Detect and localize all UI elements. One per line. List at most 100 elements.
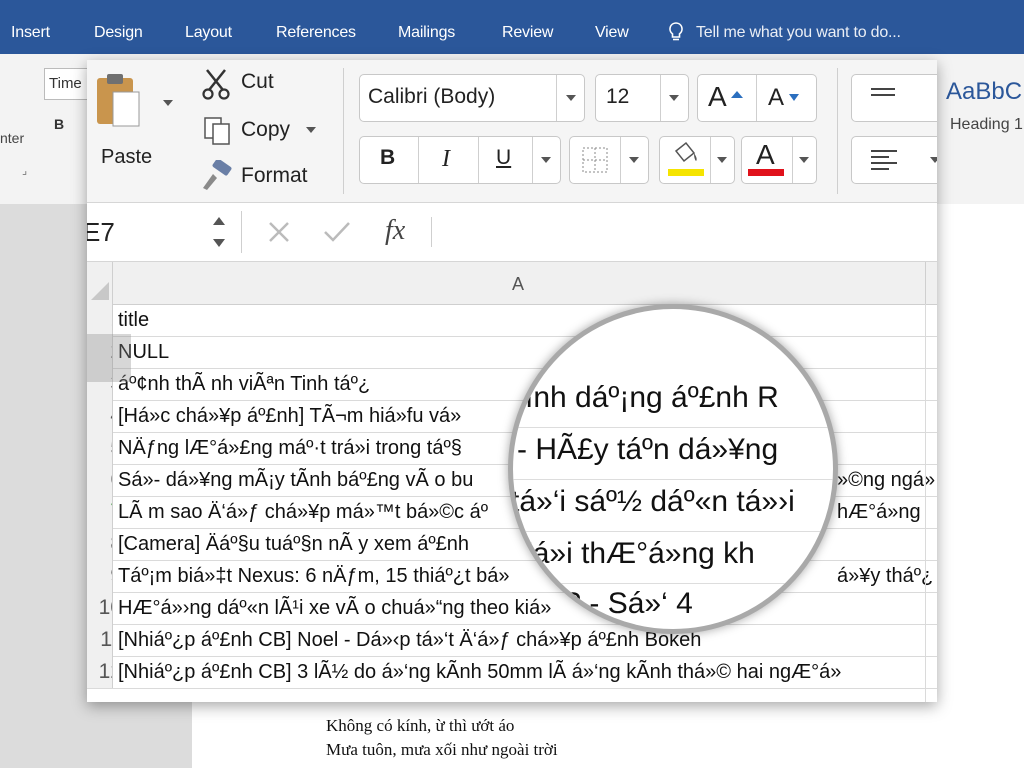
cell-a[interactable]: [Nhiáº¿p áº£nh CB] 3 lÃ½ do á»‘ng kÃ­nh … bbox=[118, 656, 841, 688]
chevron-down-icon bbox=[799, 157, 809, 163]
align-left-icon bbox=[871, 150, 897, 170]
font-size-value: 12 bbox=[606, 85, 630, 108]
row-number[interactable]: 9 bbox=[87, 560, 113, 592]
underline-dropdown-icon[interactable] bbox=[541, 157, 551, 163]
borders-icon bbox=[582, 147, 608, 173]
row-number[interactable]: 11 bbox=[87, 624, 113, 656]
insert-function-button[interactable]: fx bbox=[385, 215, 405, 247]
format-painter-icon[interactable] bbox=[199, 158, 233, 197]
grow-font-button[interactable]: A bbox=[708, 81, 727, 113]
dialog-launcher-icon[interactable]: ⌟ bbox=[22, 164, 27, 177]
confirm-icon[interactable] bbox=[323, 220, 351, 244]
fill-color-swatch bbox=[668, 169, 704, 176]
group-separator bbox=[343, 68, 344, 194]
column-header-a[interactable]: A bbox=[512, 274, 524, 295]
paste-icon[interactable] bbox=[93, 72, 143, 136]
word-ribbon-tabs: Insert Design Layout References Mailings… bbox=[0, 0, 1024, 54]
paste-button[interactable]: Paste bbox=[101, 146, 152, 169]
select-all-corner[interactable] bbox=[87, 262, 113, 304]
word-pane-label: nter bbox=[0, 130, 25, 146]
group-separator bbox=[837, 68, 838, 194]
row-number[interactable]: 10 bbox=[87, 592, 113, 624]
magnified-text: - HÃ£y táº­n dá»¥ng bbox=[517, 433, 779, 466]
cell-a[interactable]: title bbox=[118, 304, 149, 336]
name-box-stepper-icon[interactable] bbox=[211, 211, 227, 253]
cell-overflow-text: hÆ°á»ng bbox=[837, 501, 921, 523]
tab-mailings[interactable]: Mailings bbox=[398, 24, 455, 42]
font-size-select[interactable]: 12 bbox=[595, 74, 689, 122]
magnified-text: tá»‘i sáº½ dáº«n tá»›i bbox=[511, 485, 795, 518]
triangle-down-icon bbox=[789, 94, 799, 101]
align-top-icon bbox=[871, 88, 895, 96]
cell-a[interactable]: Táº¡m biá»‡t Nexus: 6 nÄƒm, 15 thiáº¿t b… bbox=[118, 560, 509, 592]
cell-a[interactable]: áº¢nh thÃ nh viÃªn Tinh táº¿ bbox=[118, 368, 370, 400]
row-number[interactable]: 1 bbox=[87, 304, 113, 336]
cell-a[interactable]: Sá»- dá»¥ng mÃ¡y tÃ­nh báº£ng vÃ o bu bbox=[118, 464, 473, 496]
tab-view[interactable]: View bbox=[595, 24, 629, 42]
cancel-icon[interactable] bbox=[267, 220, 291, 244]
excel-ribbon: Paste Cut Copy Format Calibri (Body) 12 bbox=[87, 60, 937, 203]
row-number-label: 10 bbox=[98, 596, 112, 619]
italic-button[interactable]: I bbox=[442, 146, 450, 173]
copy-dropdown-icon[interactable] bbox=[306, 127, 316, 133]
tell-me-search[interactable]: Tell me what you want to do... bbox=[696, 24, 901, 42]
underline-button[interactable]: U bbox=[496, 146, 511, 170]
chevron-down-icon bbox=[930, 157, 937, 163]
formula-bar: E7 fx bbox=[87, 203, 937, 262]
column-header-bar: A bbox=[87, 262, 937, 305]
cell-a[interactable]: NÄƒng lÆ°á»£ng máº·t trá»i trong táº§ bbox=[118, 432, 462, 464]
tab-layout[interactable]: Layout bbox=[185, 24, 232, 42]
tab-design[interactable]: Design bbox=[94, 24, 143, 42]
row-number[interactable]: 6 bbox=[87, 464, 113, 496]
cell-a[interactable]: LÃ m sao Ä‘á»ƒ chá»¥p má»™t bá»©c áº bbox=[118, 496, 488, 528]
table-row: 1 title bbox=[87, 304, 937, 337]
row-number-label: 4 bbox=[110, 404, 112, 427]
paste-dropdown-icon[interactable] bbox=[163, 100, 173, 106]
style-preview[interactable]: AaBbC bbox=[946, 78, 1022, 106]
chevron-down-icon bbox=[629, 157, 639, 163]
font-color-button[interactable]: A bbox=[741, 136, 817, 184]
row-number-label: 12 bbox=[98, 660, 112, 683]
tab-references[interactable]: References bbox=[276, 24, 356, 42]
name-box[interactable]: E7 bbox=[87, 217, 115, 248]
poem-line: Không có kính, ừ thì ướt áo bbox=[326, 716, 515, 735]
copy-icon[interactable] bbox=[203, 116, 231, 151]
paint-bucket-icon bbox=[674, 141, 697, 163]
formula-input[interactable] bbox=[437, 209, 937, 255]
fill-color-button[interactable] bbox=[659, 136, 735, 184]
magnifier-lens: ính dáº¡ng áº£nh R - HÃ£y táº­n dá»¥ng t… bbox=[508, 304, 838, 634]
cell-a[interactable]: [Há»c chá»¥p áº£nh] TÃ¬m hiá»fu vá» bbox=[118, 400, 461, 432]
table-row: 11 [Nhiáº¿p áº£nh CB] Noel - Dá»‹p tá»‘t … bbox=[87, 624, 937, 657]
row-number-label: 6 bbox=[110, 468, 112, 491]
row-number-label: 9 bbox=[110, 564, 112, 587]
cell-a[interactable]: [Camera] Äáº§u tuáº§n nÃ y xem áº£nh bbox=[118, 528, 469, 560]
copy-button[interactable]: Copy bbox=[241, 118, 290, 142]
row-number[interactable]: 4 bbox=[87, 400, 113, 432]
font-name-select[interactable]: Calibri (Body) bbox=[359, 74, 585, 122]
row-number-label: 5 bbox=[110, 436, 112, 459]
magnified-text: 'á»i thÆ°á»ng kh bbox=[527, 537, 755, 570]
font-grow-shrink-group: A A bbox=[697, 74, 817, 122]
format-painter-button[interactable]: Format bbox=[241, 164, 308, 188]
magnified-text: ính dáº¡ng áº£nh R bbox=[525, 381, 779, 414]
tab-insert[interactable]: Insert bbox=[11, 24, 50, 42]
shrink-font-button[interactable]: A bbox=[768, 84, 784, 112]
cell-a[interactable]: HÆ°á»›ng dáº«n lÃ¹i xe vÃ o chuá»“ng the… bbox=[118, 592, 551, 624]
row-number[interactable]: 12 bbox=[87, 656, 113, 688]
poem-line: Mưa tuôn, mưa xối như ngoài trời bbox=[326, 740, 558, 759]
align-left-button[interactable] bbox=[851, 136, 937, 184]
chevron-down-icon bbox=[717, 157, 727, 163]
row-number[interactable]: 5 bbox=[87, 432, 113, 464]
tab-review[interactable]: Review bbox=[502, 24, 553, 42]
font-color-swatch bbox=[748, 169, 784, 176]
row-number[interactable]: 8 bbox=[87, 528, 113, 560]
bold-button[interactable]: B bbox=[380, 146, 395, 170]
borders-button[interactable] bbox=[569, 136, 649, 184]
top-align-button[interactable] bbox=[851, 74, 937, 122]
cell-a[interactable]: [Nhiáº¿p áº£nh CB] Noel - Dá»‹p tá»‘t Ä‘… bbox=[118, 624, 701, 656]
word-bold-button[interactable]: B bbox=[54, 116, 64, 132]
column-border bbox=[925, 304, 926, 702]
scissors-icon[interactable] bbox=[201, 68, 231, 105]
row-number[interactable]: 7 bbox=[87, 496, 113, 528]
cut-button[interactable]: Cut bbox=[241, 70, 274, 94]
